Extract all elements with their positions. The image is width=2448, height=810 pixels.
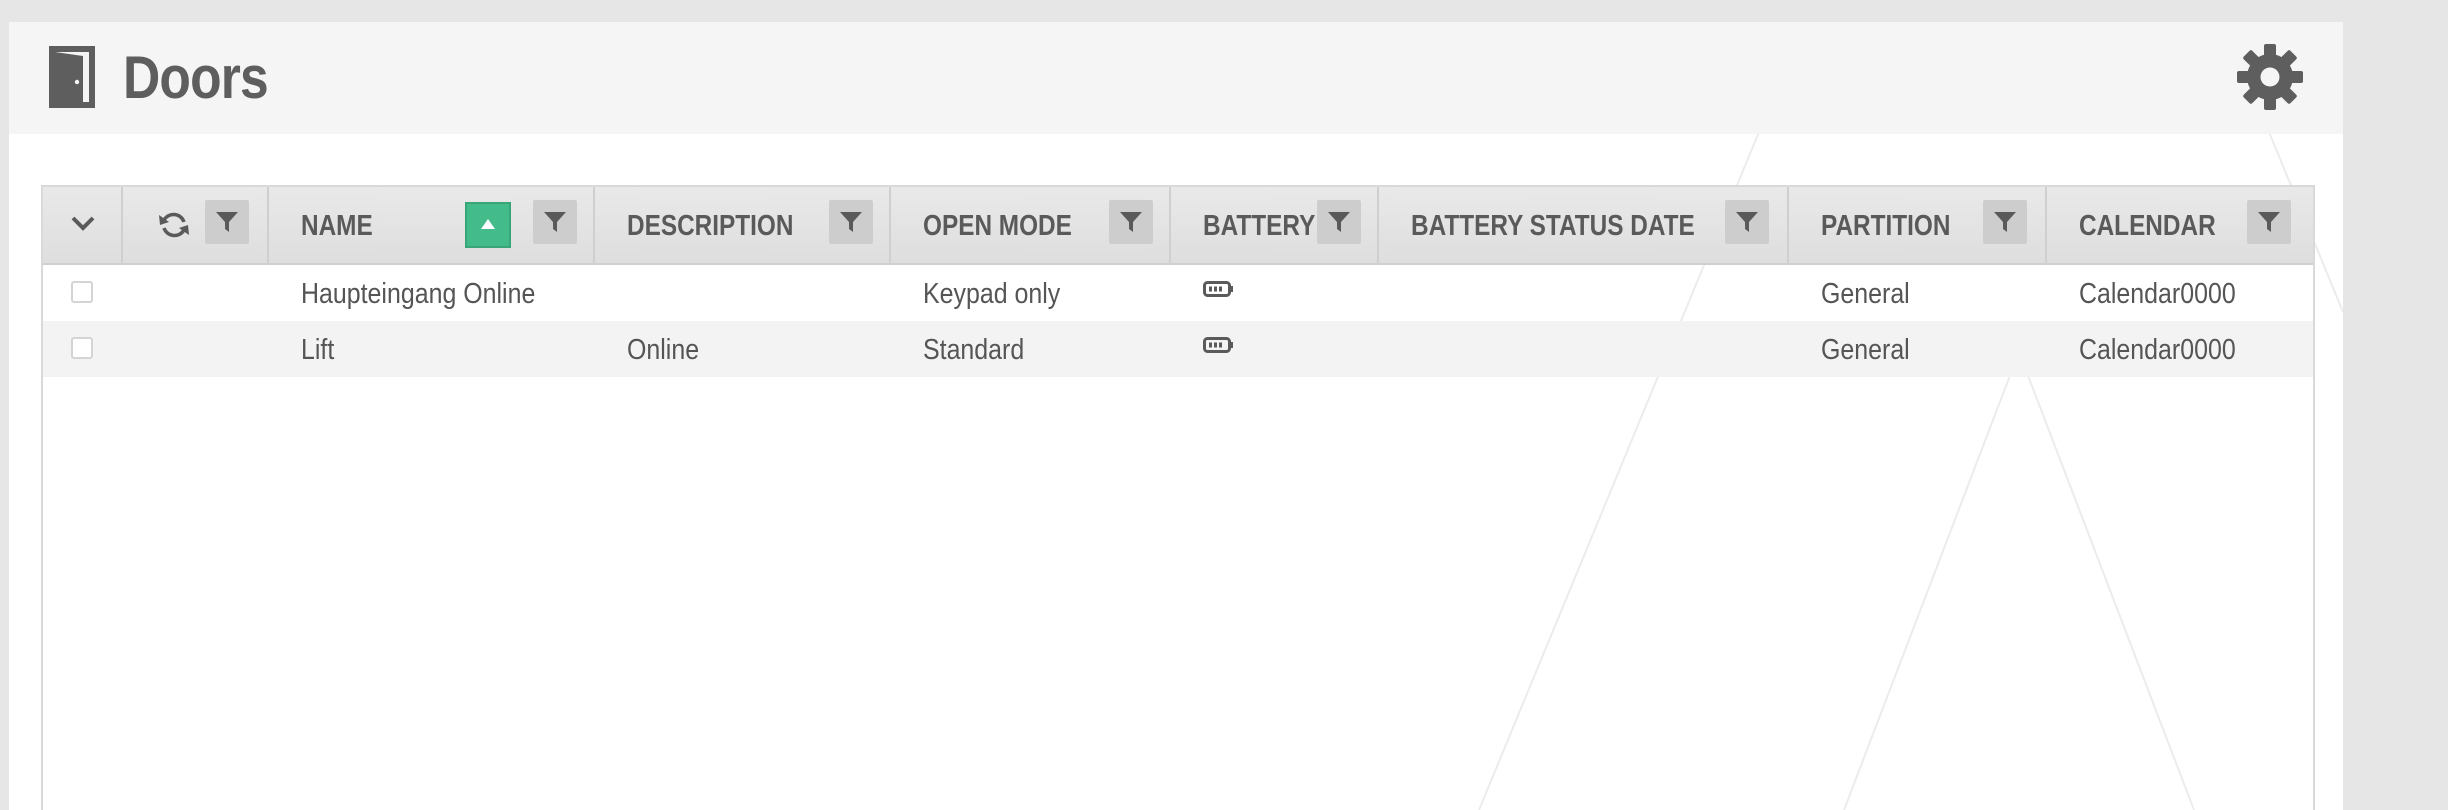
column-header-calendar[interactable]: CALENDAR <box>2047 187 2313 263</box>
filter-icon <box>544 212 566 232</box>
filter-icon <box>2258 212 2280 232</box>
chevron-down-icon[interactable] <box>71 215 95 231</box>
cell-partition: General <box>1821 334 1910 366</box>
column-header-battery[interactable]: BATTERY <box>1171 187 1379 263</box>
sort-up-icon <box>481 219 495 229</box>
column-header-label: CALENDAR <box>2079 210 2216 242</box>
cell-name: Haupteingang Online <box>301 278 536 310</box>
filter-icon <box>840 212 862 232</box>
column-header-label: PARTITION <box>1821 210 1951 242</box>
column-header-battery-status-date[interactable]: BATTERY STATUS DATE <box>1379 187 1789 263</box>
grid-header-row: NAME DESCRIPTION OPEN MODE BATTERY BATTE… <box>43 187 2313 265</box>
column-header-label: BATTERY <box>1203 210 1316 242</box>
column-header-name[interactable]: NAME <box>269 187 595 263</box>
cell-open-mode: Keypad only <box>923 278 1061 310</box>
column-header-refresh <box>123 187 269 263</box>
column-header-label: BATTERY STATUS DATE <box>1411 210 1695 242</box>
filter-icon <box>216 212 238 232</box>
column-header-description[interactable]: DESCRIPTION <box>595 187 891 263</box>
filter-icon <box>1120 212 1142 232</box>
table-row[interactable]: Haupteingang Online Keypad only General … <box>43 265 2313 321</box>
cell-open-mode: Standard <box>923 334 1025 366</box>
row-checkbox[interactable] <box>71 337 93 359</box>
filter-icon <box>1736 212 1758 232</box>
page-title: Doors <box>123 44 269 111</box>
table-row[interactable]: Lift Online Standard General Calendar000… <box>43 321 2313 377</box>
filter-icon <box>1328 212 1350 232</box>
filter-button[interactable] <box>533 200 577 244</box>
sort-ascending-button[interactable] <box>465 202 511 248</box>
filter-button[interactable] <box>2247 200 2291 244</box>
column-header-partition[interactable]: PARTITION <box>1789 187 2047 263</box>
door-icon <box>49 46 95 108</box>
filter-icon <box>1994 212 2016 232</box>
filter-button[interactable] <box>205 200 249 244</box>
cell-calendar: Calendar0000 <box>2079 278 2236 310</box>
cell-partition: General <box>1821 278 1910 310</box>
battery-icon <box>1203 337 1233 353</box>
cell-calendar: Calendar0000 <box>2079 334 2236 366</box>
column-header-select[interactable] <box>43 187 123 263</box>
column-header-open-mode[interactable]: OPEN MODE <box>891 187 1171 263</box>
refresh-icon[interactable] <box>159 211 189 239</box>
filter-button[interactable] <box>1109 200 1153 244</box>
filter-button[interactable] <box>829 200 873 244</box>
column-header-label: DESCRIPTION <box>627 210 794 242</box>
battery-icon <box>1203 281 1233 297</box>
column-header-label: OPEN MODE <box>923 210 1072 242</box>
filter-button[interactable] <box>1317 200 1361 244</box>
cell-name: Lift <box>301 334 335 366</box>
doors-panel: Doors NAME DESCRIPTION OPEN MODE BATTERY… <box>9 22 2343 810</box>
gear-icon[interactable] <box>2237 44 2303 110</box>
filter-button[interactable] <box>1983 200 2027 244</box>
row-checkbox[interactable] <box>71 281 93 303</box>
column-header-label: NAME <box>301 210 373 242</box>
cell-description: Online <box>627 334 700 366</box>
doors-grid: NAME DESCRIPTION OPEN MODE BATTERY BATTE… <box>41 185 2315 810</box>
filter-button[interactable] <box>1725 200 1769 244</box>
page-header: Doors <box>9 22 2343 134</box>
